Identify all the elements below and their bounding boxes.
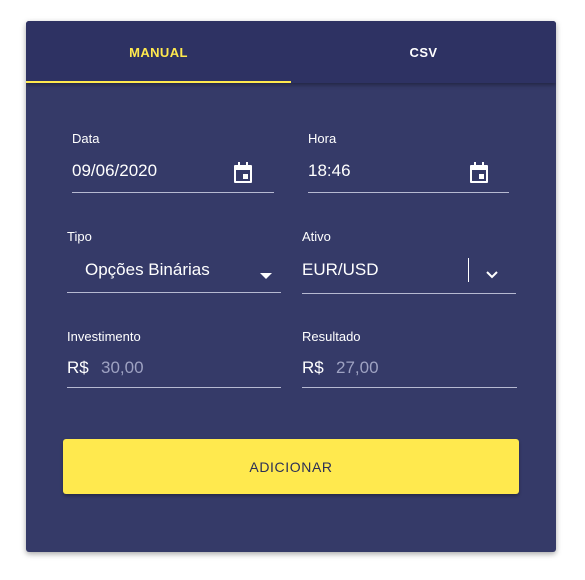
type-select[interactable]: Tipo Opções Binárias [67, 229, 281, 293]
tab-manual-label: MANUAL [129, 44, 188, 60]
add-button-label: ADICIONAR [249, 458, 333, 475]
tab-csv[interactable]: CSV [291, 21, 556, 83]
asset-underline [302, 293, 516, 294]
asset-select[interactable]: Ativo EUR/USD [302, 229, 516, 294]
time-underline [308, 192, 509, 193]
result-underline [302, 387, 517, 388]
type-underline [67, 292, 281, 293]
date-value[interactable]: 09/06/2020 [72, 161, 157, 181]
active-tab-indicator [26, 81, 291, 83]
asset-value[interactable]: EUR/USD [302, 260, 379, 280]
result-prefix: R$ [302, 358, 324, 377]
calendar-icon[interactable] [233, 162, 253, 189]
date-label: Data [72, 131, 100, 146]
result-input[interactable]: 27,00 [336, 358, 379, 378]
investment-prefix: R$ [67, 358, 89, 377]
add-button[interactable]: ADICIONAR [63, 439, 519, 494]
caret-down-icon[interactable] [260, 267, 272, 285]
type-value[interactable]: Opções Binárias [85, 260, 210, 280]
result-label: Resultado [302, 329, 361, 344]
tab-csv-label: CSV [409, 44, 438, 60]
calendar-icon[interactable] [469, 162, 489, 189]
time-value[interactable]: 18:46 [308, 161, 351, 181]
investment-underline [67, 387, 281, 388]
result-field[interactable]: Resultado R$ 27,00 [302, 329, 517, 388]
type-label: Tipo [67, 229, 92, 244]
asset-label: Ativo [302, 229, 331, 244]
chevron-down-icon[interactable] [486, 266, 498, 284]
tab-bar: MANUAL CSV [26, 21, 556, 83]
form-card: MANUAL CSV Data 09/06/2020 Hora 18:46 Ti… [26, 21, 556, 552]
time-label: Hora [308, 131, 337, 146]
investment-field[interactable]: Investimento R$ 30,00 [67, 329, 281, 388]
date-field[interactable]: Data 09/06/2020 [72, 131, 274, 193]
select-separator [468, 258, 469, 282]
investment-input[interactable]: 30,00 [101, 358, 144, 378]
time-field[interactable]: Hora 18:46 [308, 131, 509, 193]
date-underline [72, 192, 274, 193]
tab-manual[interactable]: MANUAL [26, 21, 291, 83]
investment-label: Investimento [67, 329, 141, 344]
